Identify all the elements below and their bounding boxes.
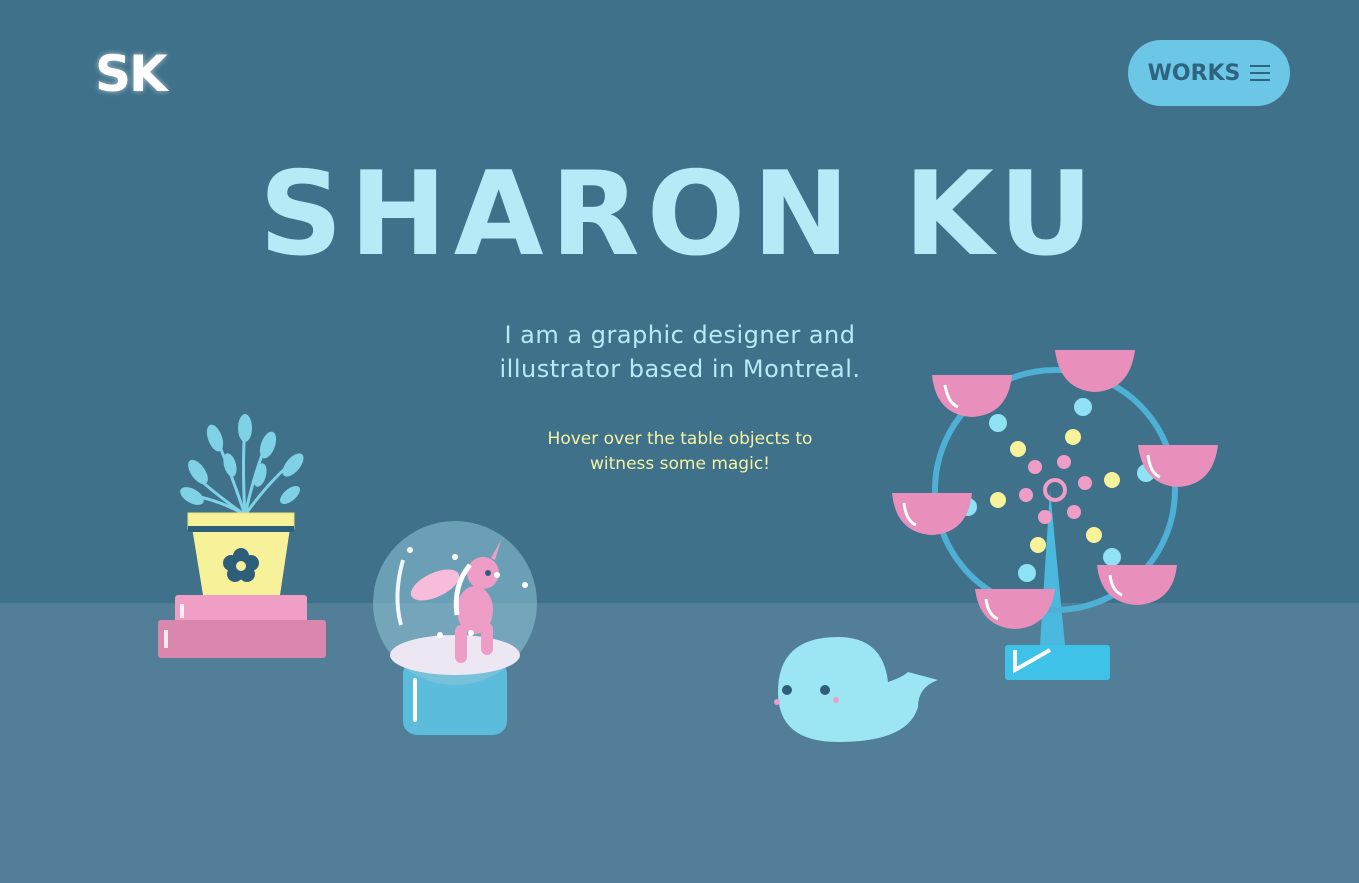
intro-line-1: I am a graphic designer and [504, 321, 856, 349]
works-menu-label: WORKS [1147, 60, 1241, 86]
intro-line-2: illustrator based in Montreal. [499, 355, 861, 383]
unicorn-snow-globe[interactable] [365, 515, 545, 740]
plant-on-books[interactable] [150, 410, 340, 670]
logo[interactable]: SK [95, 45, 168, 103]
ferris-wheel-illustration [892, 350, 1218, 680]
snow-globe-illustration [373, 521, 537, 735]
hint-line-2: witness some magic! [590, 454, 770, 474]
page-title: SHARON KU [259, 147, 1100, 282]
plant-illustration [158, 414, 326, 658]
ferris-wheel[interactable] [890, 345, 1225, 685]
intro-text: I am a graphic designer and illustrator … [430, 318, 930, 386]
hover-hint: Hover over the table objects to witness … [480, 427, 880, 477]
works-menu-button[interactable]: WORKS [1128, 40, 1290, 106]
hint-line-1: Hover over the table objects to [547, 429, 813, 449]
hamburger-icon [1250, 65, 1271, 81]
